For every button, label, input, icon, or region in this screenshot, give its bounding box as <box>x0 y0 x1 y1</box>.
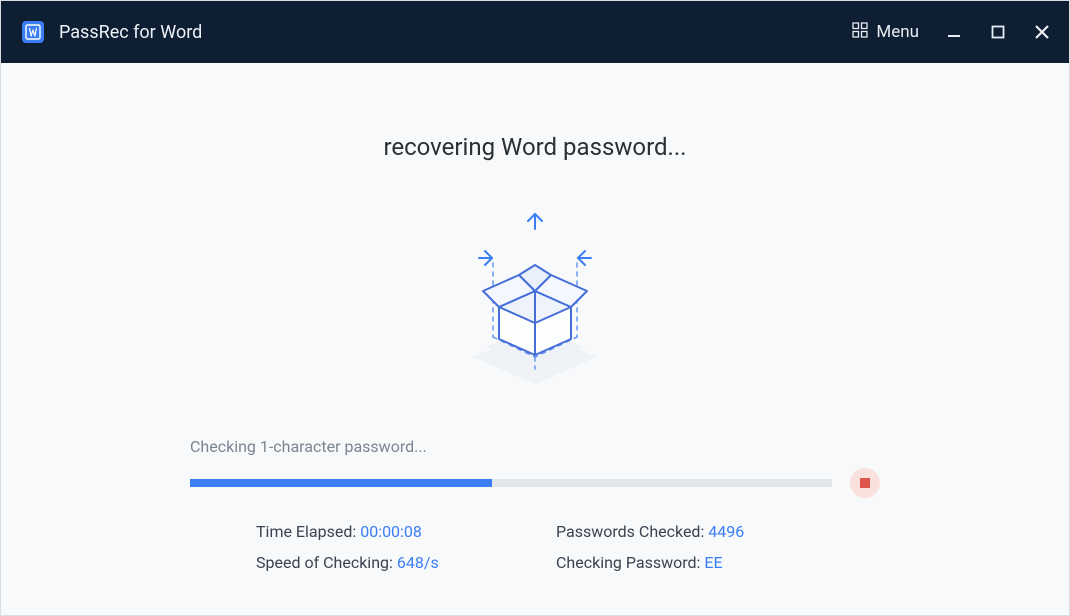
progress-section: Checking 1-character password... Time El… <box>190 437 880 572</box>
window-controls <box>945 23 1051 41</box>
menu-label: Menu <box>876 22 919 42</box>
stat-value: EE <box>704 553 722 572</box>
main-content: recovering Word password... <box>1 63 1069 615</box>
app-title: PassRec for Word <box>59 22 202 43</box>
progress-row <box>190 468 880 498</box>
menu-grid-icon <box>852 22 868 43</box>
minimize-button[interactable] <box>945 23 963 41</box>
stat-label: Checking Password: <box>556 553 704 572</box>
stat-label: Speed of Checking: <box>256 553 397 572</box>
titlebar-left: PassRec for Word <box>21 20 202 44</box>
stop-button[interactable] <box>850 468 880 498</box>
titlebar: PassRec for Word Menu <box>1 1 1069 63</box>
stat-value: 00:00:08 <box>360 522 422 541</box>
stats: Time Elapsed: 00:00:08 Speed of Checking… <box>190 522 880 572</box>
stat-time-elapsed: Time Elapsed: 00:00:08 <box>256 522 556 541</box>
progress-fill <box>190 479 492 487</box>
stats-col-left: Time Elapsed: 00:00:08 Speed of Checking… <box>256 522 556 572</box>
app-icon <box>21 20 45 44</box>
stat-speed: Speed of Checking: 648/s <box>256 553 556 572</box>
stop-icon <box>860 478 870 488</box>
stat-checking-password: Checking Password: EE <box>556 553 744 572</box>
page-title: recovering Word password... <box>383 133 686 161</box>
titlebar-right: Menu <box>852 22 1051 43</box>
progress-status-text: Checking 1-character password... <box>190 437 880 456</box>
stat-value: 648/s <box>397 553 439 572</box>
box-illustration <box>435 209 635 409</box>
close-button[interactable] <box>1033 23 1051 41</box>
stat-label: Time Elapsed: <box>256 522 360 541</box>
stats-col-right: Passwords Checked: 4496 Checking Passwor… <box>556 522 744 572</box>
menu-button[interactable]: Menu <box>852 22 919 43</box>
stat-value: 4496 <box>708 522 744 541</box>
app-window: PassRec for Word Menu <box>0 0 1070 616</box>
progress-bar <box>190 479 832 487</box>
stat-passwords-checked: Passwords Checked: 4496 <box>556 522 744 541</box>
maximize-button[interactable] <box>989 23 1007 41</box>
stat-label: Passwords Checked: <box>556 522 708 541</box>
